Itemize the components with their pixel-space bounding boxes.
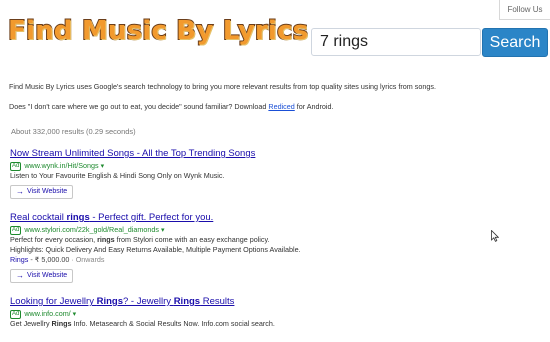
intro-text: Find Music By Lyrics uses Google's searc… bbox=[9, 82, 436, 91]
mouse-cursor-icon bbox=[491, 230, 499, 242]
desc-keyword: Rings bbox=[51, 319, 72, 328]
desc-part: from Stylori come with an easy exchange … bbox=[114, 235, 270, 244]
price-onwards: · Onwards bbox=[69, 255, 105, 264]
arrow-right-icon: → bbox=[16, 271, 24, 280]
desc-part: Perfect for every occasion, bbox=[10, 235, 98, 244]
desc-part: Get Jewellry bbox=[10, 319, 52, 328]
title-part: - Perfect gift. Perfect for you. bbox=[89, 212, 214, 223]
result-url: Ad www.info.com/ ▾ bbox=[10, 308, 480, 319]
price-value: - ₹ 5,000.00 bbox=[28, 255, 70, 264]
arrow-right-icon: → bbox=[16, 187, 24, 196]
result-title[interactable]: Looking for Jewellry Rings? - Jewellry R… bbox=[10, 296, 480, 308]
result-description: Listen to Your Favourite English & Hindi… bbox=[10, 171, 225, 180]
title-keyword: Rings bbox=[96, 296, 123, 307]
visit-website-label: Visit Website bbox=[27, 188, 68, 195]
android-promo-suffix: for Android. bbox=[294, 102, 334, 111]
follow-us-tab[interactable]: Follow Us bbox=[499, 0, 550, 20]
search-input[interactable] bbox=[311, 28, 481, 56]
android-promo: Does "I don't care where we go out to ea… bbox=[9, 102, 334, 111]
result-stats: About 332,000 results (0.29 seconds) bbox=[11, 127, 136, 136]
result-price: Rings - ₹ 5,000.00 · Onwards bbox=[10, 255, 480, 265]
result-url: Ad www.wynk.in/Hit/Songs ▾ bbox=[10, 160, 480, 171]
result-url: Ad www.stylori.com/22k_gold/Real_diamonds… bbox=[10, 224, 480, 235]
result-title[interactable]: Now Stream Unlimited Songs - All the Top… bbox=[10, 148, 480, 160]
ad-badge: Ad bbox=[10, 310, 22, 319]
result-description: Get Jewellry Rings Info. Metasearch & So… bbox=[10, 319, 480, 329]
ad-badge: Ad bbox=[10, 162, 22, 171]
price-rings-link[interactable]: Rings bbox=[10, 255, 28, 264]
android-promo-prefix: Does "I don't care where we go out to ea… bbox=[9, 102, 269, 111]
result-wynk: Now Stream Unlimited Songs - All the Top… bbox=[10, 148, 480, 199]
result-url-text: www.wynk.in/Hit/Songs ▾ bbox=[24, 161, 105, 170]
visit-website-button[interactable]: → Visit Website bbox=[10, 184, 74, 199]
result-url-text: www.stylori.com/22k_gold/Real_diamonds ▾ bbox=[24, 225, 165, 234]
visit-website-button[interactable]: → Visit Website bbox=[10, 268, 74, 283]
ad-badge: Ad bbox=[10, 226, 22, 235]
desc-part: Info. Metasearch & Social Results Now. I… bbox=[71, 319, 275, 328]
site-logo[interactable]: Find Music By Lyrics bbox=[7, 14, 309, 48]
title-keyword: rings bbox=[66, 212, 90, 223]
title-keyword: Rings bbox=[173, 296, 201, 307]
result-url-text: www.info.com/ ▾ bbox=[24, 309, 77, 318]
title-part: Real cocktail bbox=[10, 212, 67, 223]
result-description: Perfect for every occasion, rings from S… bbox=[10, 235, 480, 245]
result-title[interactable]: Real cocktail rings - Perfect gift. Perf… bbox=[10, 212, 480, 224]
title-part: ? - Jewellry bbox=[123, 296, 174, 307]
result-stylori: Real cocktail rings - Perfect gift. Perf… bbox=[10, 212, 480, 283]
visit-website-label: Visit Website bbox=[27, 272, 68, 279]
desc-keyword: rings bbox=[97, 235, 115, 244]
title-part: Looking for Jewellry bbox=[10, 296, 97, 307]
rediced-link[interactable]: Rediced bbox=[268, 102, 294, 111]
title-part: Results bbox=[200, 296, 235, 307]
search-button[interactable]: Search bbox=[482, 28, 548, 57]
result-highlights: Highlights: Quick Delivery And Easy Retu… bbox=[10, 245, 301, 254]
